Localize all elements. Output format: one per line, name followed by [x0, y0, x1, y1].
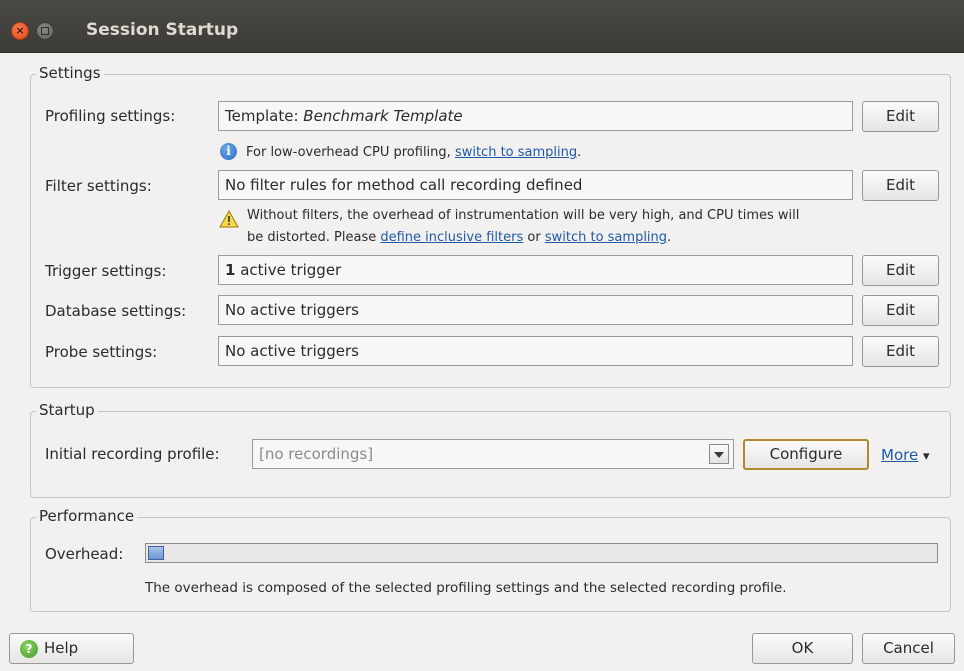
- database-settings-field: No active triggers: [218, 295, 853, 325]
- chevron-down-icon[interactable]: [709, 444, 729, 464]
- filter-switch-to-sampling-link[interactable]: switch to sampling: [545, 230, 667, 245]
- filter-warning-prefix: be distorted. Please: [247, 230, 377, 245]
- trigger-edit-button[interactable]: Edit: [862, 255, 939, 286]
- filter-warning-line1: Without filters, the overhead of instrum…: [247, 208, 800, 223]
- profiling-settings-field: Template: Benchmark Template: [218, 101, 853, 131]
- info-icon: i: [220, 143, 237, 160]
- recording-profile-label: Initial recording profile:: [45, 445, 220, 463]
- filter-settings-field: No filter rules for method call recordin…: [218, 170, 853, 200]
- more-arrow-icon: ▾: [922, 449, 930, 464]
- trigger-settings-field: 1 active trigger: [218, 255, 853, 285]
- profiling-template-name: Benchmark Template: [303, 107, 463, 125]
- profiling-hint-end: .: [577, 145, 582, 160]
- probe-edit-button[interactable]: Edit: [862, 336, 939, 367]
- probe-settings-field: No active triggers: [218, 336, 853, 366]
- overhead-label: Overhead:: [45, 545, 124, 563]
- close-icon[interactable]: ×: [11, 22, 29, 40]
- database-edit-button[interactable]: Edit: [862, 295, 939, 326]
- filter-settings-label: Filter settings:: [45, 177, 152, 195]
- profiling-hint: For low-overhead CPU profiling, switch t…: [246, 145, 581, 160]
- trigger-settings-label: Trigger settings:: [45, 262, 167, 280]
- filter-warning-line2: be distorted. Please define inclusive fi…: [247, 230, 671, 245]
- performance-group-title: Performance: [36, 507, 138, 525]
- profiling-hint-text: For low-overhead CPU profiling,: [246, 145, 451, 160]
- switch-to-sampling-link[interactable]: switch to sampling: [455, 145, 577, 160]
- more-link[interactable]: More: [881, 446, 918, 464]
- profiling-edit-button[interactable]: Edit: [862, 101, 939, 132]
- filter-warning-mid: or: [527, 230, 541, 245]
- more-menu[interactable]: More ▾: [881, 446, 930, 464]
- recording-profile-value: [no recordings]: [259, 445, 374, 463]
- performance-group: Performance: [30, 507, 951, 612]
- help-icon: ?: [20, 640, 38, 658]
- define-inclusive-filters-link[interactable]: define inclusive filters: [380, 230, 523, 245]
- probe-settings-label: Probe settings:: [45, 343, 158, 361]
- title-bar: × Session Startup: [0, 0, 964, 53]
- warning-icon: [219, 210, 239, 228]
- profiling-settings-label: Profiling settings:: [45, 107, 176, 125]
- profiling-template-prefix: Template:: [225, 107, 304, 125]
- help-label: Help: [44, 639, 79, 657]
- settings-group-title: Settings: [36, 64, 104, 82]
- overhead-description: The overhead is composed of the selected…: [145, 580, 787, 596]
- database-settings-label: Database settings:: [45, 302, 187, 320]
- trigger-value-suffix: active trigger: [235, 261, 342, 279]
- cancel-button[interactable]: Cancel: [862, 633, 955, 664]
- filter-edit-button[interactable]: Edit: [862, 170, 939, 201]
- help-button[interactable]: ? Help: [9, 633, 134, 664]
- configure-button[interactable]: Configure: [743, 439, 869, 470]
- minimize-icon[interactable]: [36, 22, 54, 40]
- overhead-bar-fill: [148, 546, 164, 560]
- recording-profile-select[interactable]: [no recordings]: [252, 439, 734, 469]
- filter-warning-end: .: [667, 230, 672, 245]
- ok-button[interactable]: OK: [752, 633, 853, 664]
- overhead-bar: [145, 543, 938, 563]
- startup-group-title: Startup: [36, 401, 98, 419]
- trigger-count: 1: [225, 261, 236, 279]
- window-title: Session Startup: [86, 20, 239, 40]
